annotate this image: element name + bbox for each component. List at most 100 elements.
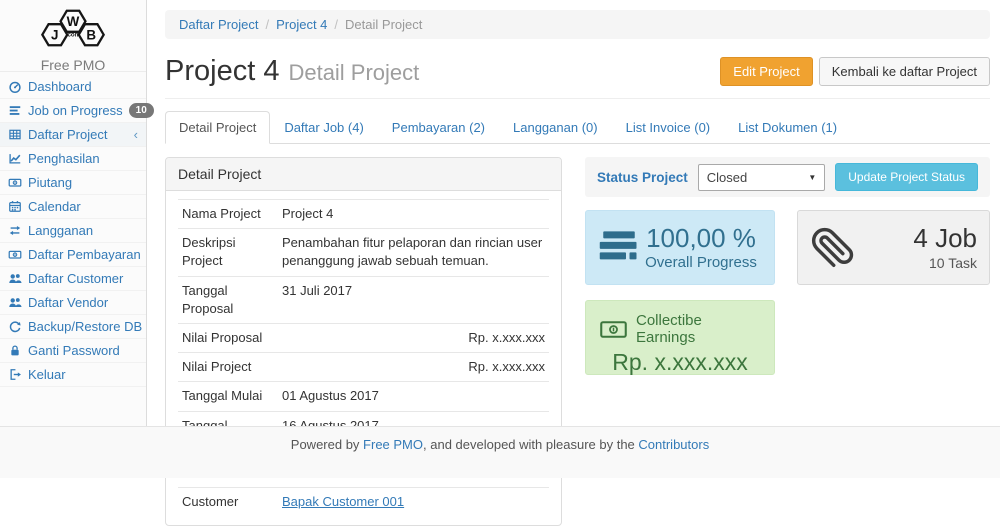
field-label: Tanggal Proposal — [178, 276, 278, 323]
sidebar-item-penghasilan[interactable]: Penghasilan — [0, 147, 146, 171]
field-value: Rp. x.xxx.xxx — [278, 353, 549, 382]
paperclip-icon — [810, 225, 854, 271]
breadcrumb-item[interactable]: Daftar Project — [179, 17, 258, 32]
sidebar-item-dashboard[interactable]: Dashboard — [0, 75, 146, 99]
jwb-logo-icon: W J B .com — [23, 5, 123, 51]
breadcrumb-item: Detail Project — [345, 17, 422, 32]
detail-row: Deskripsi ProjectPenambahan fitur pelapo… — [178, 229, 549, 276]
field-label: Tanggal Mulai — [178, 382, 278, 411]
signout-icon — [8, 367, 22, 382]
field-label: Nama Project — [178, 200, 278, 229]
select-caret-icon: ▼ — [808, 173, 816, 182]
page-subtitle: Detail Project — [288, 60, 419, 86]
field-label: Nilai Project — [178, 353, 278, 382]
customer-link[interactable]: Bapak Customer 001 — [282, 494, 404, 509]
main-content: Daftar Project/Project 4/Detail Project … — [147, 0, 1000, 426]
app-window: W J B .com Free PMO Dashboard Job on Prog… — [0, 0, 1000, 426]
footer-text-middle: , and developed with pleasure by the — [423, 437, 638, 452]
sidebar-item-label: Langganan — [28, 223, 138, 238]
field-label: Customer — [178, 488, 278, 517]
exchange-icon — [8, 223, 22, 238]
table-icon — [8, 127, 22, 142]
job-count-value: 4 Job — [854, 224, 977, 253]
free-pmo-link[interactable]: Free PMO — [363, 437, 423, 452]
field-value: Penambahan fitur pelaporan dan rincian u… — [278, 229, 549, 276]
field-value: Rp. x.xxx.xxx — [278, 323, 549, 352]
sidebar-item-daftar-pembayaran[interactable]: Daftar Pembayaran — [0, 243, 146, 267]
breadcrumb-separator: / — [265, 17, 269, 32]
money-icon — [8, 247, 22, 262]
tab-list-dokumen[interactable]: List Dokumen (1) — [724, 111, 851, 144]
money-bill-icon — [600, 320, 627, 339]
sidebar-item-label: Penghasilan — [28, 151, 138, 166]
logo-letter-w: W — [67, 14, 80, 29]
sidebar-item-label: Daftar Vendor — [28, 295, 138, 310]
logo-letter-b: B — [86, 28, 96, 43]
sidebar-item-backup-restore-db[interactable]: Backup/Restore DB — [0, 315, 146, 339]
back-to-list-button[interactable]: Kembali ke daftar Project — [819, 57, 990, 86]
sidebar-item-daftar-vendor[interactable]: Daftar Vendor — [0, 291, 146, 315]
users-icon — [8, 271, 22, 286]
detail-row: Nilai ProjectRp. x.xxx.xxx — [178, 353, 549, 382]
tab-bar: Detail ProjectDaftar Job (4)Pembayaran (… — [165, 111, 990, 144]
breadcrumb-item[interactable]: Project 4 — [276, 17, 327, 32]
sidebar-item-label: Calendar — [28, 199, 138, 214]
sidebar-item-label: Daftar Pembayaran — [28, 247, 141, 262]
tab-list-invoice[interactable]: List Invoice (0) — [612, 111, 725, 144]
tab-daftar-job[interactable]: Daftar Job (4) — [270, 111, 377, 144]
status-form: Status Project Closed ▼ Update Project S… — [585, 157, 990, 197]
chevron-left-icon: ‹ — [134, 128, 138, 141]
field-value: Bapak Customer 001 — [278, 488, 549, 517]
detail-row: Nilai ProposalRp. x.xxx.xxx — [178, 323, 549, 352]
sidebar-item-daftar-customer[interactable]: Daftar Customer — [0, 267, 146, 291]
progress-value: 100,00 % — [640, 224, 762, 253]
field-value: Project 4 — [278, 200, 549, 229]
status-select[interactable]: Closed ▼ — [698, 164, 825, 191]
edit-project-button[interactable]: Edit Project — [720, 57, 812, 86]
sidebar-item-job-on-progress[interactable]: Job on Progress10 — [0, 99, 146, 123]
gauge-icon — [8, 79, 22, 94]
sidebar-item-label: Job on Progress — [28, 103, 123, 118]
sidebar-item-piutang[interactable]: Piutang — [0, 171, 146, 195]
job-count-box: 4 Job 10 Task — [797, 210, 990, 285]
chart-icon — [8, 151, 22, 166]
contributors-link[interactable]: Contributors — [638, 437, 709, 452]
tab-detail-project[interactable]: Detail Project — [165, 111, 270, 144]
sidebar-item-daftar-project[interactable]: Daftar Project ‹ — [0, 123, 146, 147]
logo-dotcom: .com — [66, 32, 81, 39]
sidebar-item-langganan[interactable]: Langganan — [0, 219, 146, 243]
sidebar-item-calendar[interactable]: Calendar — [0, 195, 146, 219]
detail-row: Tanggal Mulai01 Agustus 2017 — [178, 382, 549, 411]
money-icon — [8, 175, 22, 190]
task-count-value: 10 Task — [854, 255, 977, 271]
earnings-label: Collectibe Earnings — [636, 312, 760, 346]
sidebar-item-label: Daftar Project — [28, 127, 128, 142]
calendar-icon — [8, 199, 22, 214]
breadcrumb-separator: / — [334, 17, 338, 32]
bars-icon — [8, 103, 22, 118]
sidebar-item-label: Piutang — [28, 175, 138, 190]
overall-progress-box: 100,00 % Overall Progress — [585, 210, 775, 285]
tab-pembayaran[interactable]: Pembayaran (2) — [378, 111, 499, 144]
detail-row: Nama ProjectProject 4 — [178, 200, 549, 229]
sidebar-item-label: Keluar — [28, 367, 138, 382]
update-status-button[interactable]: Update Project Status — [835, 163, 978, 191]
sidebar-item-keluar[interactable]: Keluar — [0, 363, 146, 387]
sidebar-item-label: Backup/Restore DB — [28, 319, 142, 334]
field-value: 31 Juli 2017 — [278, 276, 549, 323]
refresh-icon — [8, 319, 22, 334]
field-label: Deskripsi Project — [178, 229, 278, 276]
collectible-earnings-box: Collectibe Earnings Rp. x.xxx.xxx — [585, 300, 775, 375]
panel-heading: Detail Project — [166, 158, 561, 191]
field-value: 01 Agustus 2017 — [278, 382, 549, 411]
tasks-icon — [598, 227, 640, 269]
sidebar-item-ganti-password[interactable]: Ganti Password — [0, 339, 146, 363]
earnings-value: Rp. x.xxx.xxx — [600, 349, 760, 376]
sidebar-item-label: Dashboard — [28, 79, 138, 94]
lock-icon — [8, 343, 22, 358]
detail-row: Tanggal Proposal31 Juli 2017 — [178, 276, 549, 323]
app-logo[interactable]: W J B .com Free PMO — [0, 0, 146, 72]
detail-row: Customer Bapak Customer 001 — [178, 488, 549, 517]
tab-langganan[interactable]: Langganan (0) — [499, 111, 612, 144]
breadcrumb: Daftar Project / Project 4 / Detail Project — [165, 10, 990, 39]
